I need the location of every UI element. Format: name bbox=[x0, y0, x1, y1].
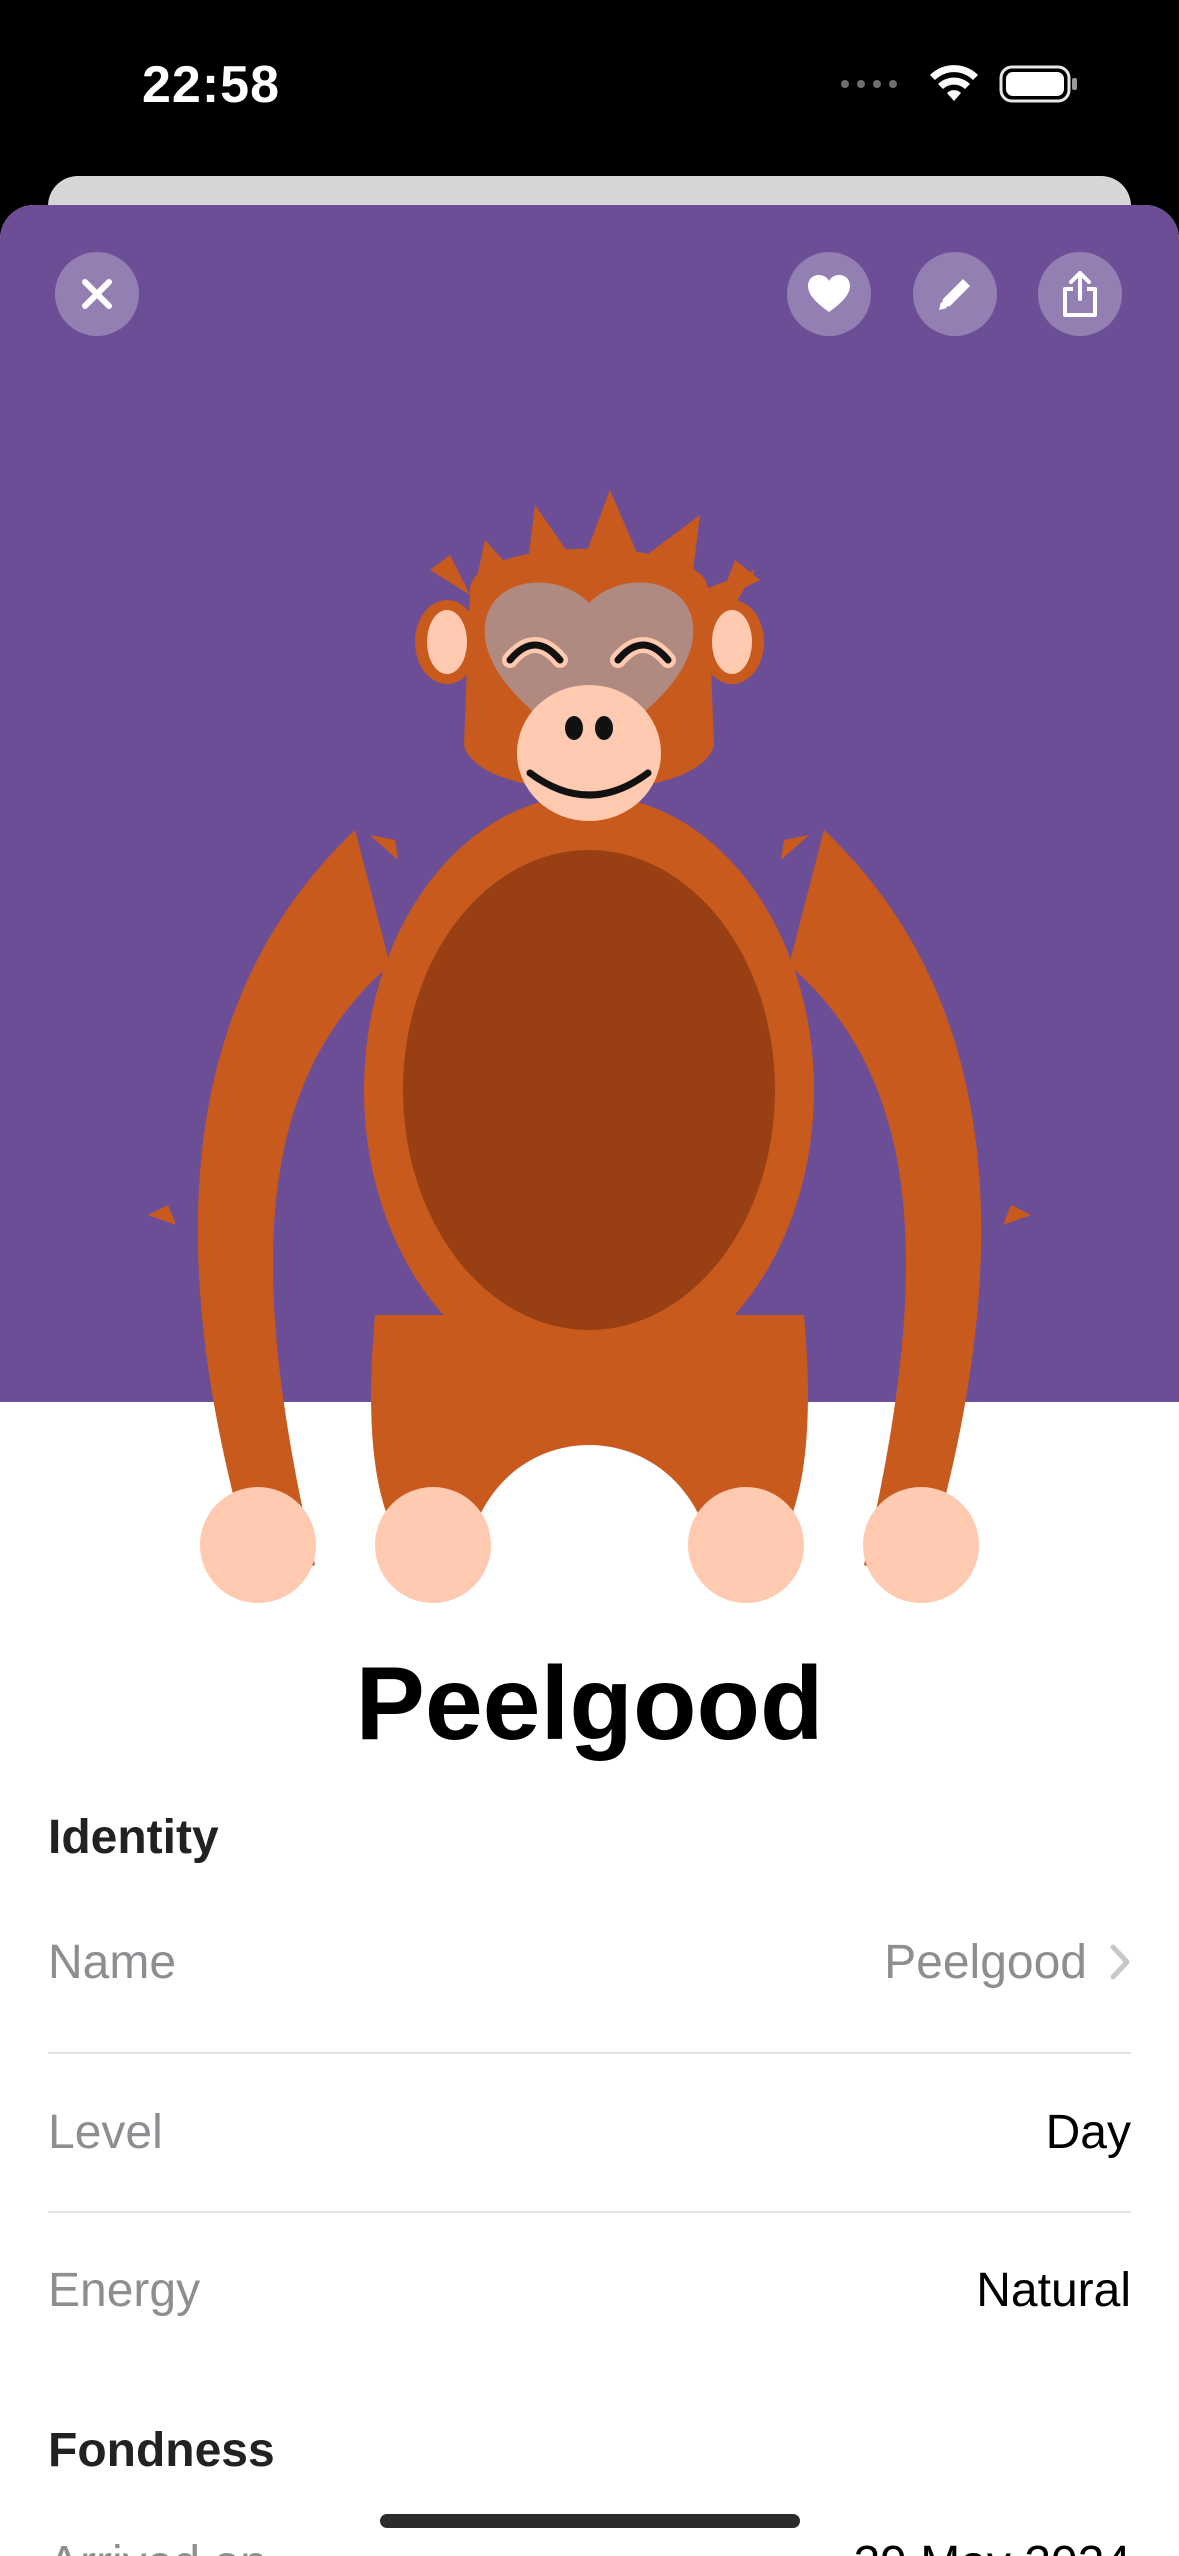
close-icon bbox=[82, 279, 112, 309]
wifi-icon bbox=[930, 65, 978, 101]
divider bbox=[48, 2211, 1131, 2213]
home-indicator[interactable] bbox=[380, 2514, 800, 2528]
battery-icon bbox=[999, 65, 1077, 103]
chevron-right-icon bbox=[1110, 1944, 1130, 1980]
section-title-fondness: Fondness bbox=[48, 2424, 275, 2477]
status-time: 22:58 bbox=[142, 56, 280, 114]
name-value: Peelgood bbox=[884, 1935, 1087, 1989]
heart-icon bbox=[808, 275, 850, 312]
divider bbox=[48, 2052, 1131, 2054]
section-title-identity: Identity bbox=[48, 1811, 219, 1864]
status-bar: 22:58 bbox=[0, 0, 1179, 175]
edit-button[interactable] bbox=[913, 252, 997, 336]
share-button[interactable] bbox=[1038, 252, 1122, 336]
level-row: Level Day bbox=[48, 2082, 1131, 2182]
pencil-icon bbox=[939, 279, 970, 310]
cellular-signal-icon bbox=[841, 80, 897, 88]
energy-row: Energy Natural bbox=[48, 2240, 1131, 2340]
arrived-value: 29 May 2024 bbox=[853, 2536, 1131, 2556]
favorite-button[interactable] bbox=[787, 252, 871, 336]
energy-label: Energy bbox=[48, 2263, 201, 2317]
pet-name-title: Peelgood bbox=[355, 1646, 824, 1762]
name-label: Name bbox=[48, 1935, 177, 1989]
name-value-container: Peelgood bbox=[884, 1935, 1131, 1990]
arrived-label: Arrived on bbox=[48, 2536, 267, 2556]
level-value: Day bbox=[1045, 2105, 1131, 2159]
level-label: Level bbox=[48, 2105, 163, 2159]
status-icons bbox=[841, 64, 1079, 104]
energy-value: Natural bbox=[976, 2263, 1131, 2317]
name-row[interactable]: Name Peelgood bbox=[48, 1912, 1131, 2012]
close-button[interactable] bbox=[55, 252, 139, 336]
pet-detail-sheet: Peelgood Identity Name Peelgood Level Da… bbox=[0, 205, 1179, 2556]
orangutan-illustration bbox=[148, 490, 1031, 1603]
share-icon bbox=[1063, 271, 1097, 317]
